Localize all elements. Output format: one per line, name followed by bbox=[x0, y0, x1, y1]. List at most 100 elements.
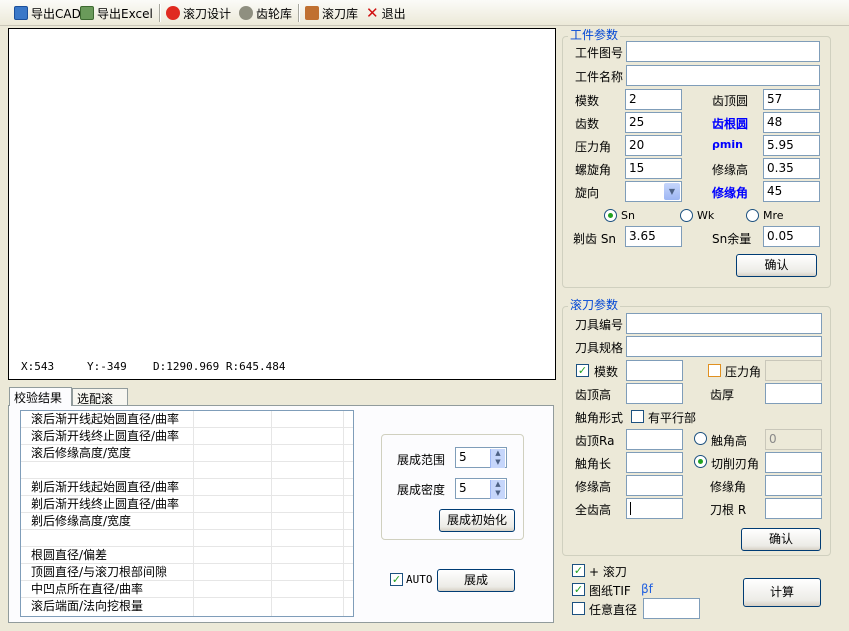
radio-cut-angle[interactable] bbox=[694, 455, 707, 468]
hob-edge-height-input[interactable] bbox=[626, 475, 683, 496]
spinner-arrows-icon[interactable]: ▲ ▼ bbox=[490, 449, 505, 468]
results-grid[interactable]: 滚后渐开线起始圆直径/曲率 滚后渐开线终止圆直径/曲率 滚后修缘高度/宽度 剃后… bbox=[20, 410, 354, 617]
edge-height-input[interactable]: 0.35 bbox=[763, 158, 820, 179]
beta-f-label: βf bbox=[641, 582, 653, 596]
toolbar-separator bbox=[298, 4, 300, 22]
root-circle-label: 齿根圆 bbox=[712, 117, 749, 131]
workpiece-confirm-button[interactable]: 确认 bbox=[736, 254, 817, 277]
any-diameter-checkbox[interactable] bbox=[572, 602, 585, 615]
plus-hob-checkbox[interactable]: ✓ bbox=[572, 564, 585, 577]
expand-init-button[interactable]: 展成初始化 bbox=[439, 509, 515, 532]
hob-module-label: 模数 bbox=[594, 365, 619, 379]
contact-form-label: 触角形式 bbox=[575, 411, 624, 425]
hob-library-button[interactable]: 滚刀库 bbox=[305, 3, 358, 23]
edge-angle-input[interactable]: 45 bbox=[763, 181, 820, 202]
distance-readout: D:1290.969 R:645.484 bbox=[153, 360, 286, 373]
calculate-button[interactable]: 计算 bbox=[743, 578, 821, 607]
auto-checkbox[interactable]: ✓ bbox=[390, 573, 403, 586]
contact-length-label: 触角长 bbox=[575, 457, 612, 471]
expand-density-spinner[interactable]: 5 ▲ ▼ bbox=[455, 478, 507, 499]
radio-mre[interactable] bbox=[746, 209, 759, 222]
expand-range-spinner[interactable]: 5 ▲ ▼ bbox=[455, 447, 507, 468]
teeth-label: 齿数 bbox=[575, 117, 600, 131]
hob-pressure-checkbox[interactable] bbox=[708, 364, 721, 377]
spinner-arrows-icon[interactable]: ▲ ▼ bbox=[490, 480, 505, 499]
result-row: 滚后渐开线终止圆直径/曲率 bbox=[21, 428, 353, 445]
expand-button[interactable]: 展成 bbox=[437, 569, 515, 592]
full-height-input[interactable] bbox=[626, 498, 683, 519]
result-row: 根圆直径/偏差 bbox=[21, 547, 353, 564]
workpiece-name-input[interactable] bbox=[626, 65, 820, 86]
workpiece-group-title: 工件参数 bbox=[568, 28, 621, 42]
module-label: 模数 bbox=[575, 94, 600, 108]
parallel-checkbox[interactable] bbox=[631, 410, 644, 423]
tip-ra-input[interactable] bbox=[626, 429, 683, 450]
result-row: 剃后渐开线终止圆直径/曲率 bbox=[21, 496, 353, 513]
gear-library-button[interactable]: 齿轮库 bbox=[239, 3, 292, 23]
tool-no-label: 刀具编号 bbox=[575, 318, 624, 332]
expand-density-label: 展成密度 bbox=[397, 483, 446, 497]
tip-circle-input[interactable]: 57 bbox=[763, 89, 820, 110]
stop-icon bbox=[166, 6, 180, 20]
hob-thickness-input[interactable] bbox=[765, 383, 822, 404]
hob-pressure-label: 压力角 bbox=[725, 365, 762, 379]
tip-circle-label: 齿顶圆 bbox=[712, 94, 749, 108]
expand-range-value: 5 bbox=[459, 450, 467, 464]
tools-icon bbox=[305, 6, 319, 20]
exit-label: 退出 bbox=[381, 6, 406, 21]
hob-edge-angle-label: 修缘角 bbox=[710, 480, 747, 494]
export-cad-label: 导出CAD bbox=[31, 6, 81, 21]
helix-angle-input[interactable]: 15 bbox=[625, 158, 682, 179]
radio-wk[interactable] bbox=[680, 209, 693, 222]
hob-edge-angle-input[interactable] bbox=[765, 475, 822, 496]
export-excel-button[interactable]: 导出Excel bbox=[80, 3, 153, 23]
sn-allowance-input[interactable]: 0.05 bbox=[763, 226, 820, 247]
export-excel-label: 导出Excel bbox=[97, 6, 153, 21]
radio-sn[interactable] bbox=[604, 209, 617, 222]
hob-group-title: 滚刀参数 bbox=[568, 298, 621, 312]
root-r-input[interactable] bbox=[765, 498, 822, 519]
tool-spec-input[interactable] bbox=[626, 336, 822, 357]
radio-contact-height[interactable] bbox=[694, 432, 707, 445]
result-row: 滚后修缘高度/宽度 bbox=[21, 445, 353, 462]
hob-module-checkbox[interactable]: ✓ bbox=[576, 364, 589, 377]
module-input[interactable]: 2 bbox=[625, 89, 682, 110]
tab-verify-results[interactable]: 校验结果 bbox=[9, 387, 72, 406]
tool-spec-label: 刀具规格 bbox=[575, 341, 624, 355]
any-diameter-input[interactable] bbox=[643, 598, 700, 619]
result-row: 滚后端面/法向挖根量 bbox=[31, 599, 144, 613]
gear-library-label: 齿轮库 bbox=[256, 6, 293, 21]
drawing-canvas[interactable]: X:543 Y:-349 D:1290.969 R:645.484 bbox=[8, 28, 556, 380]
parallel-label: 有平行部 bbox=[648, 411, 697, 425]
drawing-no-input[interactable] bbox=[626, 41, 820, 62]
tool-no-input[interactable] bbox=[626, 313, 822, 334]
full-height-label: 全齿高 bbox=[575, 503, 612, 517]
hob-design-button[interactable]: 滚刀设计 bbox=[166, 3, 231, 23]
cursor-x-readout: X:543 bbox=[21, 360, 55, 373]
chevron-down-icon[interactable]: ▼ bbox=[664, 183, 680, 200]
cut-angle-input[interactable] bbox=[765, 452, 822, 473]
cut-angle-label: 切削刃角 bbox=[711, 457, 760, 471]
teeth-input[interactable]: 25 bbox=[625, 112, 682, 133]
contact-length-input[interactable] bbox=[626, 452, 683, 473]
hand-label: 旋向 bbox=[575, 186, 600, 200]
hob-confirm-button[interactable]: 确认 bbox=[741, 528, 821, 551]
shave-sn-input[interactable]: 3.65 bbox=[625, 226, 682, 247]
drawing-tif-checkbox[interactable]: ✓ bbox=[572, 583, 585, 596]
rho-min-input[interactable]: 5.95 bbox=[763, 135, 820, 156]
pressure-angle-input[interactable]: 20 bbox=[625, 135, 682, 156]
contact-height-label: 触角高 bbox=[711, 434, 748, 448]
hob-module-input[interactable] bbox=[626, 360, 683, 381]
root-circle-input[interactable]: 48 bbox=[763, 112, 820, 133]
root-r-label: 刀根 R bbox=[710, 503, 747, 517]
contact-height-input[interactable]: 0 bbox=[765, 429, 822, 450]
export-cad-button[interactable]: 导出CAD bbox=[14, 3, 81, 23]
hob-pressure-input[interactable] bbox=[765, 360, 822, 381]
hob-edge-height-label: 修缘高 bbox=[575, 480, 612, 494]
exit-button[interactable]: ✕ 退出 bbox=[366, 3, 406, 23]
tab-select-hob[interactable]: 选配滚刀 bbox=[72, 388, 128, 423]
auto-label: AUTO bbox=[406, 573, 433, 586]
hob-tip-height-input[interactable] bbox=[626, 383, 683, 404]
hob-design-label: 滚刀设计 bbox=[183, 6, 232, 21]
hand-select[interactable]: ▼ bbox=[625, 181, 682, 202]
